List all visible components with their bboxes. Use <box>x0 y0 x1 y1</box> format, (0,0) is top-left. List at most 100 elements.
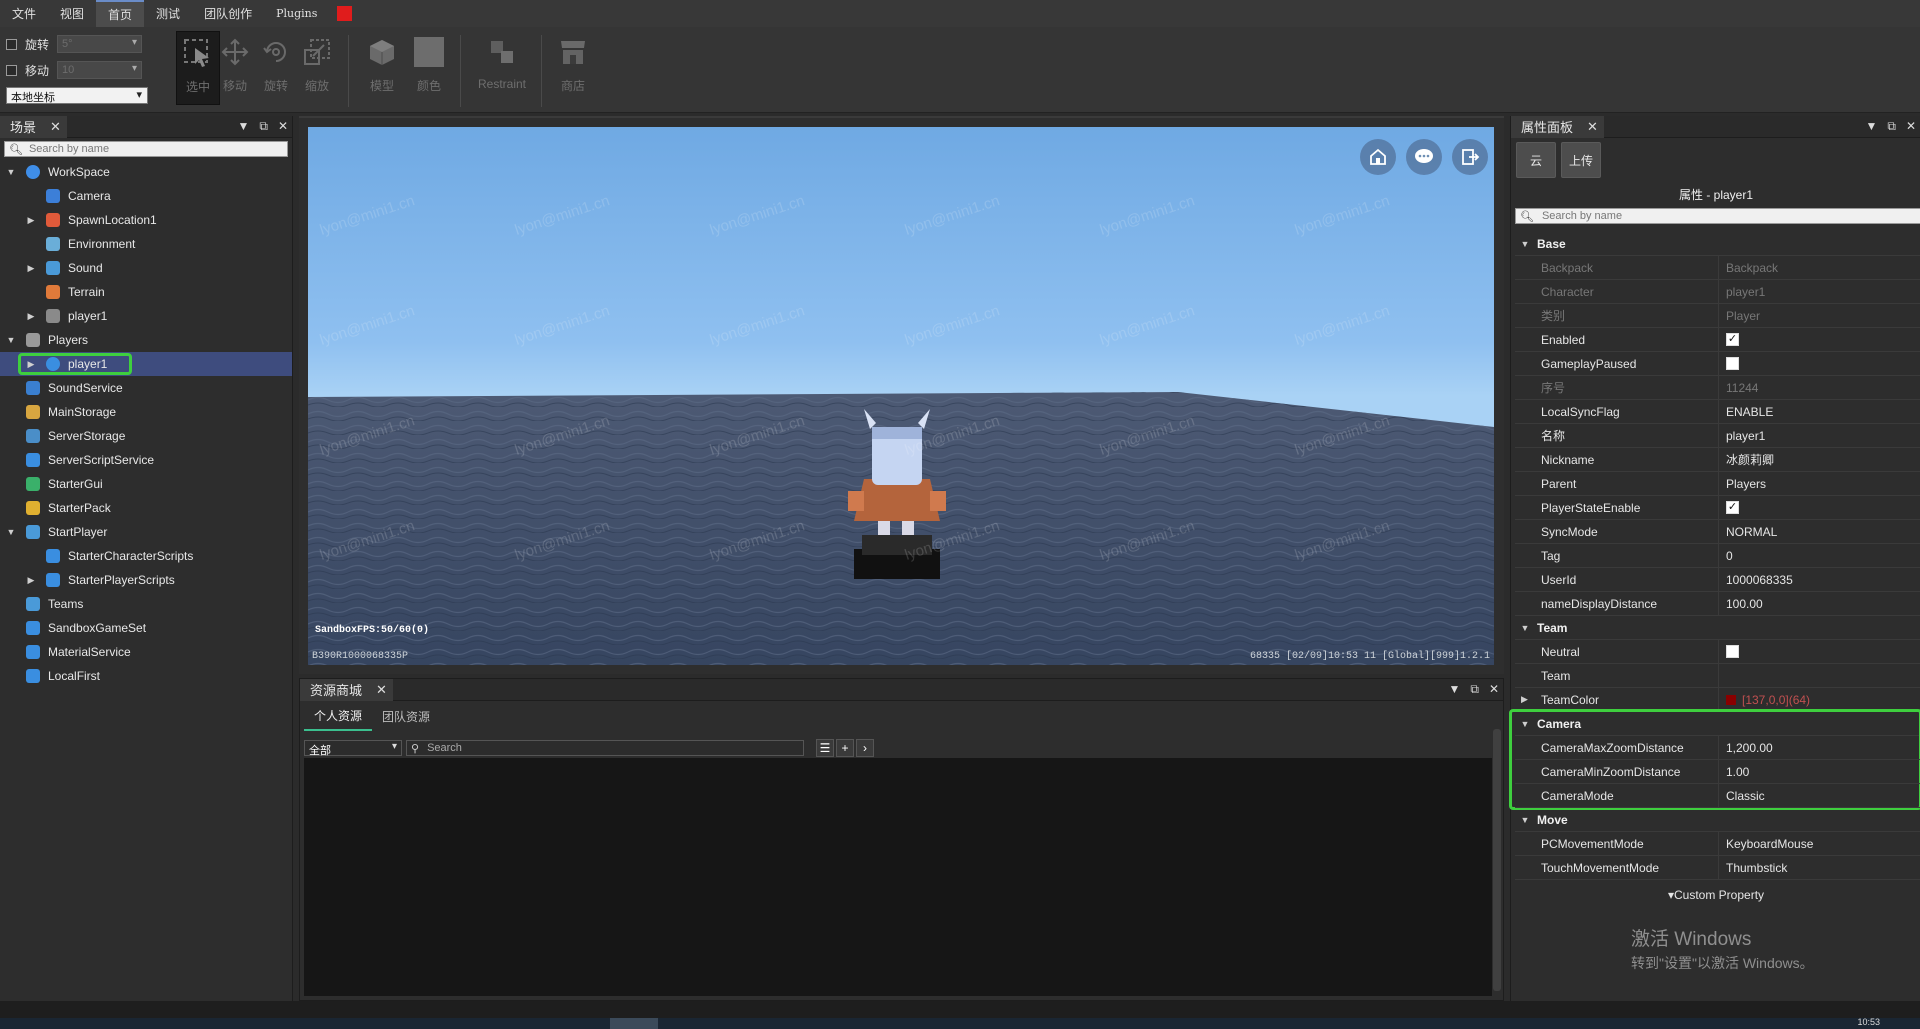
expand-right-icon[interactable]: ▶ <box>1521 694 1528 705</box>
restraint-tool-button[interactable]: Restraint <box>474 31 530 105</box>
expand-right-icon[interactable]: ▶ <box>26 215 36 226</box>
expand-down-icon[interactable]: ▼ <box>6 167 16 177</box>
tree-item-player1[interactable]: ▶ player1 <box>0 304 292 328</box>
expand-right-icon[interactable]: ▶ <box>26 263 36 274</box>
tree-item-materialservice[interactable]: MaterialService <box>0 640 292 664</box>
checkbox-unchecked[interactable] <box>1726 645 1739 658</box>
float-window-icon[interactable]: ⧉ <box>1470 682 1479 697</box>
tab-personal-assets[interactable]: 个人资源 <box>304 701 373 731</box>
property-value[interactable]: 1,200.00 <box>1719 741 1773 755</box>
color-tool-button[interactable]: 颜色 <box>407 31 451 105</box>
dropdown-arrow-icon[interactable]: ▼ <box>1448 682 1460 697</box>
dropdown-arrow-icon[interactable]: ▼ <box>237 119 249 134</box>
close-icon[interactable]: ✕ <box>376 682 387 698</box>
expand-down-icon[interactable]: ▼ <box>6 335 16 345</box>
properties-tab[interactable]: 属性面板 ✕ <box>1511 115 1604 138</box>
shop-tool-button[interactable]: 商店 <box>551 31 595 105</box>
property-group-camera[interactable]: ▼ Camera <box>1509 709 1920 810</box>
tree-item-localfirst[interactable]: LocalFirst <box>0 664 292 688</box>
property-value[interactable]: ✓ <box>1719 501 1739 514</box>
asset-store-tab[interactable]: 资源商城 ✕ <box>300 678 393 701</box>
expand-down-icon[interactable]: ▼ <box>6 527 16 537</box>
tree-item-camera[interactable]: Camera <box>0 184 292 208</box>
scene-search-input[interactable]: 🔍︎ Search by name <box>4 141 288 157</box>
exit-button[interactable] <box>1452 139 1488 175</box>
expand-down-icon[interactable]: ▼ <box>1517 815 1533 825</box>
chat-button[interactable] <box>1406 139 1442 175</box>
property-value[interactable]: Thumbstick <box>1719 861 1787 875</box>
property-value[interactable]: [137,0,0](64) <box>1719 693 1810 707</box>
tree-item-startplayer[interactable]: ▼ StartPlayer <box>0 520 292 544</box>
model-tool-button[interactable]: 模型 <box>360 31 404 105</box>
expand-down-icon[interactable]: ▼ <box>1517 239 1533 249</box>
property-value[interactable]: 100.00 <box>1719 597 1763 611</box>
property-value[interactable]: NORMAL <box>1719 525 1777 539</box>
float-window-icon[interactable]: ⧉ <box>1887 119 1896 134</box>
property-value[interactable]: ✓ <box>1719 333 1739 346</box>
scene-viewport[interactable]: lyon@mini1.cn lyon@mini1.cn lyon@mini1.cn l… <box>308 127 1494 665</box>
menu-file[interactable]: 文件 <box>0 0 48 27</box>
close-icon[interactable]: ✕ <box>278 119 288 134</box>
property-group-move[interactable]: ▼ Move <box>1515 808 1920 832</box>
rotate-tool-button[interactable]: 旋转 <box>254 31 298 105</box>
menu-plugins[interactable]: Plugins <box>264 0 329 27</box>
close-icon[interactable]: ✕ <box>1587 119 1598 135</box>
rotate-snap-checkbox[interactable] <box>6 38 17 50</box>
tree-item-soundservice[interactable]: SoundService <box>0 376 292 400</box>
menu-view[interactable]: 视图 <box>48 0 96 27</box>
asset-search-input[interactable]: ⚲ Search <box>406 740 804 756</box>
tree-item-serverscriptservice[interactable]: ServerScriptService <box>0 448 292 472</box>
property-value[interactable]: KeyboardMouse <box>1719 837 1813 851</box>
rotate-snap-input[interactable]: 5° <box>57 35 142 53</box>
close-icon[interactable]: ✕ <box>1906 119 1916 134</box>
add-asset-button[interactable]: + <box>836 739 854 757</box>
asset-category-select[interactable]: 全部 <box>304 740 402 757</box>
tree-item-players[interactable]: ▼ Players <box>0 328 292 352</box>
tree-item-startercharacterscripts[interactable]: StarterCharacterScripts <box>0 544 292 568</box>
expand-down-icon[interactable]: ▼ <box>1517 623 1533 633</box>
tree-item-terrain[interactable]: Terrain <box>0 280 292 304</box>
list-view-button[interactable]: ☰ <box>816 739 834 757</box>
checkbox-checked[interactable]: ✓ <box>1726 501 1739 514</box>
tree-item-spawnlocation1[interactable]: ▶ SpawnLocation1 <box>0 208 292 232</box>
scene-tab[interactable]: 场景 ✕ <box>0 115 67 138</box>
tab-team-assets[interactable]: 团队资源 <box>372 701 440 731</box>
tree-item-startergui[interactable]: StarterGui <box>0 472 292 496</box>
property-value[interactable] <box>1719 357 1739 370</box>
tree-item-player1[interactable]: ▶ player1 <box>0 352 292 376</box>
expand-down-icon[interactable]: ▼ <box>1517 719 1533 729</box>
move-tool-button[interactable]: 移动 <box>213 31 257 105</box>
tree-item-serverstorage[interactable]: ServerStorage <box>0 424 292 448</box>
float-window-icon[interactable]: ⧉ <box>259 119 268 134</box>
checkbox-unchecked[interactable] <box>1726 357 1739 370</box>
upload-button[interactable]: 上传 <box>1561 142 1601 178</box>
property-value[interactable]: ENABLE <box>1719 405 1773 419</box>
tree-item-workspace[interactable]: ▼ WorkSpace <box>0 160 292 184</box>
menu-team-create[interactable]: 团队创作 <box>192 0 264 27</box>
property-value[interactable]: 1000068335 <box>1719 573 1793 587</box>
color-swatch-icon[interactable] <box>1726 694 1736 705</box>
coordinate-mode-select[interactable]: 本地坐标 <box>6 87 148 104</box>
home-button[interactable] <box>1360 139 1396 175</box>
property-group-team[interactable]: ▼ Team <box>1515 616 1920 640</box>
asset-scrollbar[interactable] <box>1493 729 1501 991</box>
property-value[interactable]: player1 <box>1719 429 1765 443</box>
property-search-input[interactable]: 🔍︎ Search by name <box>1515 208 1920 224</box>
property-value[interactable]: 0 <box>1719 549 1733 563</box>
close-icon[interactable]: ✕ <box>50 119 61 135</box>
property-value[interactable] <box>1719 645 1739 658</box>
next-button[interactable]: › <box>856 739 874 757</box>
scale-tool-button[interactable]: 缩放 <box>295 31 339 105</box>
tree-item-teams[interactable]: Teams <box>0 592 292 616</box>
property-value[interactable]: 1.00 <box>1719 765 1749 779</box>
tree-item-starterplayerscripts[interactable]: ▶ StarterPlayerScripts <box>0 568 292 592</box>
tree-item-starterpack[interactable]: StarterPack <box>0 496 292 520</box>
menu-home[interactable]: 首页 <box>96 0 145 27</box>
expand-right-icon[interactable]: ▶ <box>26 311 36 322</box>
property-value[interactable]: Classic <box>1719 789 1765 803</box>
close-icon[interactable]: ✕ <box>1489 682 1499 697</box>
tree-item-mainstorage[interactable]: MainStorage <box>0 400 292 424</box>
expand-right-icon[interactable]: ▶ <box>26 575 36 586</box>
tree-item-environment[interactable]: Environment <box>0 232 292 256</box>
tree-item-sound[interactable]: ▶ Sound <box>0 256 292 280</box>
